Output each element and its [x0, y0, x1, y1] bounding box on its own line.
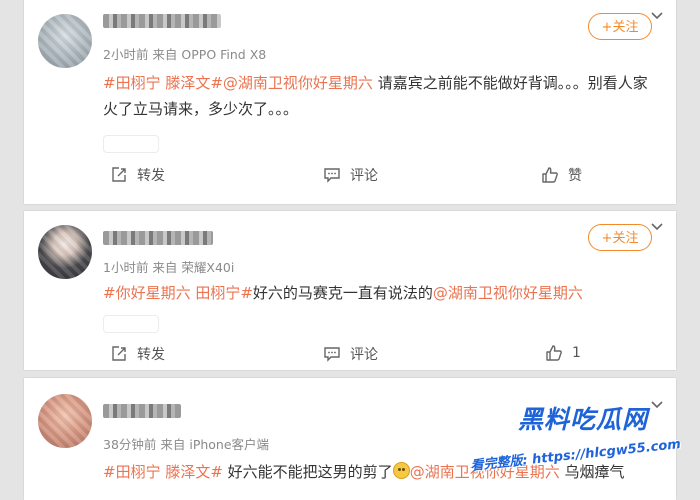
repost-button[interactable]: 转发: [110, 165, 165, 185]
mention-link[interactable]: @湖南卫视你好星期六: [223, 74, 373, 92]
post-meta: 1小时前 来自 荣耀X40i: [103, 260, 235, 275]
username-blurred[interactable]: [103, 404, 181, 418]
hashtag-link[interactable]: #田栩宁 滕泽文#: [103, 463, 223, 481]
hashtag-link[interactable]: #田栩宁 滕泽文#: [103, 74, 223, 92]
like-button[interactable]: 1: [545, 344, 581, 362]
like-label: 赞: [568, 168, 582, 184]
post-meta: 38分钟前 来自 iPhone客户端: [103, 437, 270, 452]
watermark-url: 看完整版: https://hlcgw55.com: [470, 436, 682, 474]
comment-icon: [324, 168, 340, 183]
repost-button[interactable]: 转发: [110, 344, 165, 364]
comment-icon: [324, 347, 340, 362]
comment-label: 评论: [350, 347, 378, 363]
comment-button[interactable]: 评论: [323, 165, 378, 185]
post-text: #田栩宁 滕泽文#@湖南卫视你好星期六 请嘉宾之前能不能做好背调。。。别看人家火…: [103, 70, 658, 122]
avatar[interactable]: [38, 14, 92, 68]
post-body: 好六能不能把这男的剪了: [222, 463, 393, 481]
mention-link[interactable]: @湖南卫视你好星期六: [433, 284, 583, 302]
post-body: 好六的马赛克一直有说法的: [252, 284, 433, 302]
thumbs-up-icon: [546, 345, 562, 361]
empty-media-box: [103, 315, 159, 333]
repost-icon: [112, 346, 126, 361]
post-meta: 2小时前 来自 OPPO Find X8: [103, 47, 267, 62]
weibo-post: 2小时前 来自 OPPO Find X8 +关注 #田栩宁 滕泽文#@湖南卫视你…: [24, 0, 676, 204]
weibo-post: 1小时前 来自 荣耀X40i +关注 #你好星期六 田栩宁#好六的马赛克一直有说…: [24, 211, 676, 370]
avatar-mosaic: [38, 394, 92, 448]
watermark-title: 黑料吃瓜网: [518, 405, 649, 434]
post-text: #你好星期六 田栩宁#好六的马赛克一直有说法的@湖南卫视你好星期六: [103, 280, 658, 306]
comment-label: 评论: [350, 168, 378, 184]
repost-label: 转发: [137, 347, 165, 363]
repost-label: 转发: [137, 168, 165, 184]
username-blurred[interactable]: [103, 14, 221, 28]
like-button[interactable]: 赞: [541, 165, 582, 185]
avatar[interactable]: [38, 225, 92, 279]
like-count: 1: [572, 345, 581, 361]
username-blurred[interactable]: [103, 231, 213, 245]
thumbs-up-icon: [542, 167, 558, 183]
chevron-down-icon[interactable]: [650, 9, 664, 23]
mention-part: @湖南: [409, 463, 455, 481]
avatar[interactable]: [38, 394, 92, 448]
repost-icon: [112, 167, 126, 182]
chevron-down-icon[interactable]: [650, 220, 664, 234]
smile-emoji: [392, 462, 410, 479]
empty-media-box: [103, 135, 159, 153]
comment-button[interactable]: 评论: [323, 344, 378, 364]
avatar-mosaic: [38, 14, 92, 68]
site-watermark: 黑料吃瓜网 看完整版: https://hlcgw55.com: [470, 400, 700, 480]
follow-button[interactable]: +关注: [588, 13, 652, 40]
avatar-mosaic: [38, 225, 92, 279]
follow-button[interactable]: +关注: [588, 224, 652, 251]
hashtag-link[interactable]: #你好星期六 田栩宁#: [103, 284, 253, 302]
